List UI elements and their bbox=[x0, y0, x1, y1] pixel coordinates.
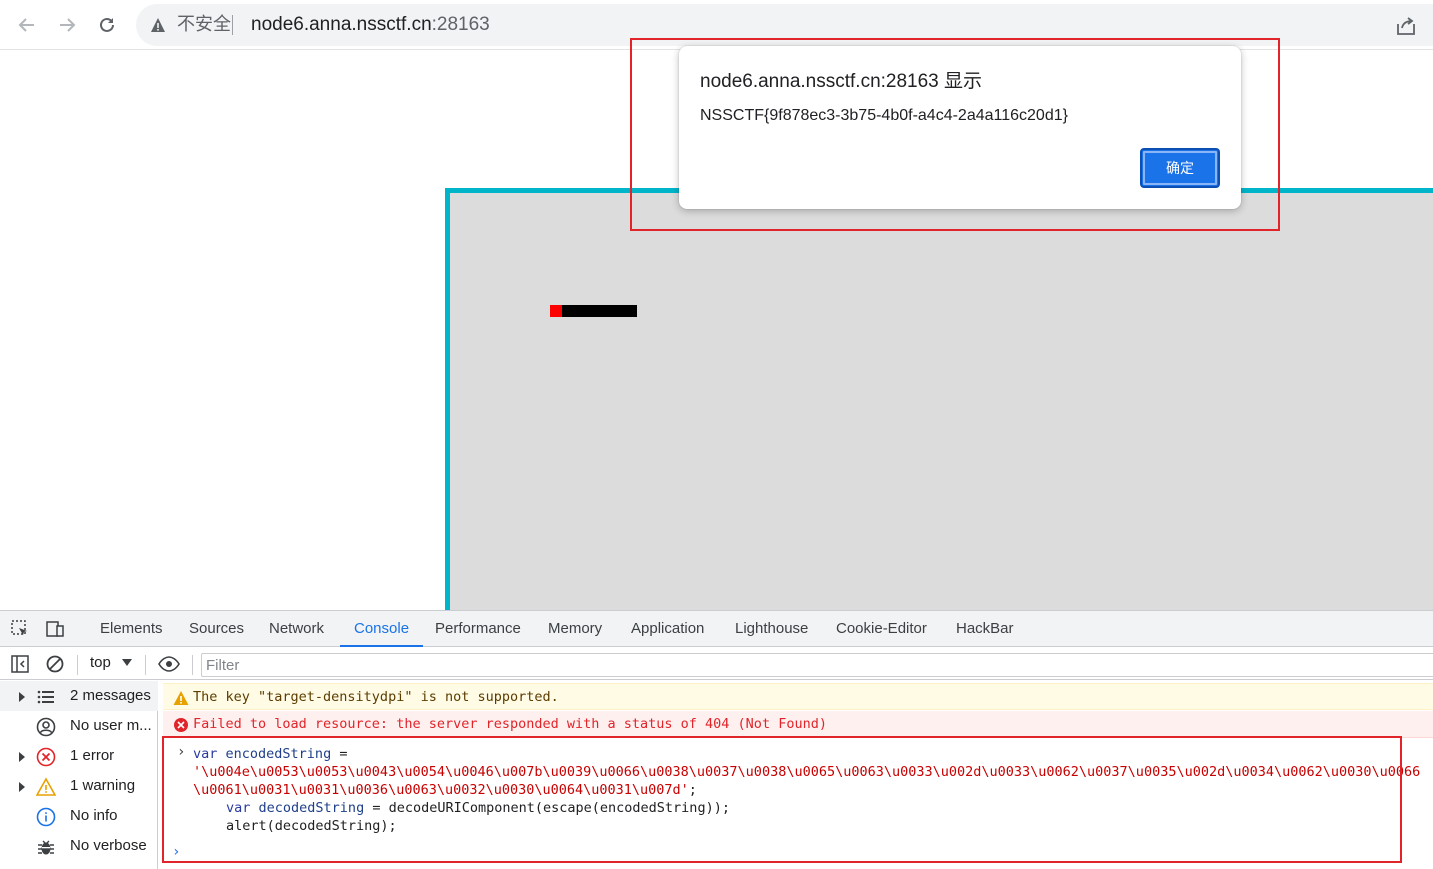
console-error-message[interactable]: Failed to load resource: the server resp… bbox=[163, 711, 1433, 738]
user-icon bbox=[36, 717, 56, 737]
dialog-message: NSSCTF{9f878ec3-3b75-4b0f-a4c4-2a4a116c2… bbox=[700, 107, 1068, 124]
console-toolbar: top bbox=[0, 648, 1433, 680]
toolbar-divider bbox=[145, 655, 146, 675]
tab-network[interactable]: Network bbox=[269, 611, 324, 647]
expand-triangle-icon[interactable] bbox=[19, 782, 25, 792]
game-canvas[interactable] bbox=[445, 188, 1433, 613]
snake-body bbox=[562, 305, 637, 317]
url-host: node6.anna.nssctf.cn bbox=[251, 14, 432, 35]
back-button[interactable] bbox=[14, 12, 40, 38]
forward-button[interactable] bbox=[54, 12, 80, 38]
console-sidebar: 2 messages No user m... 1 error 1 warnin… bbox=[0, 681, 158, 869]
expand-triangle-icon[interactable] bbox=[19, 752, 25, 762]
code-identifier: decodedString bbox=[258, 800, 365, 816]
sidebar-item-errors[interactable]: 1 error bbox=[0, 741, 158, 771]
code-identifier: encodedString bbox=[225, 746, 332, 762]
bug-icon bbox=[38, 840, 54, 855]
code-keyword: var bbox=[226, 800, 251, 816]
inspect-element-icon[interactable] bbox=[10, 619, 30, 639]
tab-memory[interactable]: Memory bbox=[548, 611, 602, 647]
tab-cookie-editor[interactable]: Cookie-Editor bbox=[836, 611, 927, 647]
sidebar-item-user-messages[interactable]: No user m... bbox=[0, 711, 158, 741]
warning-icon bbox=[36, 777, 56, 796]
info-icon bbox=[36, 807, 56, 827]
alert-dialog: node6.anna.nssctf.cn:28163 显示 NSSCTF{9f8… bbox=[679, 46, 1241, 209]
snake-head bbox=[550, 305, 562, 317]
sidebar-item-label: 2 messages bbox=[70, 687, 151, 704]
sidebar-item-verbose[interactable]: No verbose bbox=[0, 831, 158, 861]
code-string: \u0061\u0031\u0031\u0036\u0063\u0032\u00… bbox=[193, 782, 689, 798]
list-icon bbox=[37, 690, 54, 704]
console-prompt-icon[interactable]: › bbox=[172, 844, 180, 860]
sidebar-item-label: No info bbox=[70, 807, 118, 824]
warning-text: The key "target-densitydpi" is not suppo… bbox=[193, 689, 559, 705]
tab-console[interactable]: Console bbox=[339, 611, 424, 647]
devtools-tabbar: Elements Sources Network Console Perform… bbox=[0, 611, 1433, 647]
reload-button[interactable] bbox=[94, 12, 120, 38]
code-expression: = decodeURIComponent(escape(encodedStrin… bbox=[364, 800, 730, 816]
dialog-title: node6.anna.nssctf.cn:28163 显示 bbox=[700, 71, 983, 92]
share-icon[interactable] bbox=[1395, 16, 1417, 36]
arrow-right-icon bbox=[60, 18, 76, 32]
sidebar-item-label: No user m... bbox=[70, 717, 152, 734]
sidebar-item-label: 1 error bbox=[70, 747, 115, 764]
sidebar-item-messages[interactable]: 2 messages bbox=[0, 681, 158, 711]
tab-performance[interactable]: Performance bbox=[435, 611, 521, 647]
sidebar-item-label: 1 warning bbox=[70, 777, 136, 794]
arrow-left-icon bbox=[18, 18, 34, 32]
tab-lighthouse[interactable]: Lighthouse bbox=[735, 611, 808, 647]
url-separator bbox=[232, 15, 233, 35]
url-port: :28163 bbox=[431, 14, 490, 35]
console-filter-input[interactable] bbox=[201, 653, 1433, 677]
tab-elements[interactable]: Elements bbox=[100, 611, 163, 647]
code-line-4: var decodedString = decodeURIComponent(e… bbox=[226, 799, 730, 817]
devtools-panel: Elements Sources Network Console Perform… bbox=[0, 610, 1433, 869]
sidebar-item-label: No verbose bbox=[70, 837, 147, 854]
tab-sources[interactable]: Sources bbox=[189, 611, 244, 647]
error-text: Failed to load resource: the server resp… bbox=[193, 716, 827, 732]
url-text[interactable]: node6.anna.nssctf.cn:28163 bbox=[251, 13, 490, 37]
toolbar-divider bbox=[192, 655, 193, 675]
security-label[interactable]: 不安全 bbox=[177, 15, 231, 35]
console-warning-message[interactable]: The key "target-densitydpi" is not suppo… bbox=[163, 683, 1433, 710]
tab-hackbar[interactable]: HackBar bbox=[956, 611, 1014, 647]
sidebar-item-info[interactable]: No info bbox=[0, 801, 158, 831]
browser-toolbar: 不安全 node6.anna.nssctf.cn:28163 bbox=[0, 0, 1433, 50]
not-secure-warning-icon[interactable] bbox=[150, 17, 166, 33]
address-bar[interactable]: 不安全 node6.anna.nssctf.cn:28163 bbox=[136, 4, 1433, 46]
sidebar-item-warnings[interactable]: 1 warning bbox=[0, 771, 158, 801]
chevron-right-icon: › bbox=[177, 744, 186, 760]
code-keyword: var bbox=[193, 746, 218, 762]
code-line-3: \u0061\u0031\u0031\u0036\u0063\u0032\u00… bbox=[193, 781, 697, 799]
toolbar-divider bbox=[77, 655, 78, 675]
code-line-2: '\u004e\u0053\u0053\u0043\u0054\u0046\u0… bbox=[193, 764, 1421, 780]
device-toolbar-icon[interactable] bbox=[45, 619, 65, 639]
console-output[interactable]: The key "target-densitydpi" is not suppo… bbox=[159, 681, 1433, 869]
expand-triangle-icon[interactable] bbox=[19, 692, 25, 702]
error-icon bbox=[36, 747, 56, 767]
code-line-1: var encodedString = bbox=[193, 745, 347, 763]
error-icon bbox=[174, 718, 188, 732]
clear-console-icon[interactable] bbox=[45, 654, 65, 674]
tab-application[interactable]: Application bbox=[631, 611, 704, 647]
dialog-ok-button[interactable]: 确定 bbox=[1140, 148, 1220, 188]
context-selector[interactable]: top bbox=[90, 654, 111, 671]
code-operator: = bbox=[331, 746, 348, 762]
chevron-down-icon[interactable] bbox=[122, 659, 132, 666]
code-semicolon: ; bbox=[688, 782, 697, 798]
code-line-5: alert(decodedString); bbox=[226, 818, 397, 834]
reload-icon bbox=[100, 17, 114, 32]
warning-icon bbox=[173, 691, 189, 705]
sidebar-toggle-icon[interactable] bbox=[10, 654, 30, 674]
live-expression-eye-icon[interactable] bbox=[157, 654, 181, 674]
